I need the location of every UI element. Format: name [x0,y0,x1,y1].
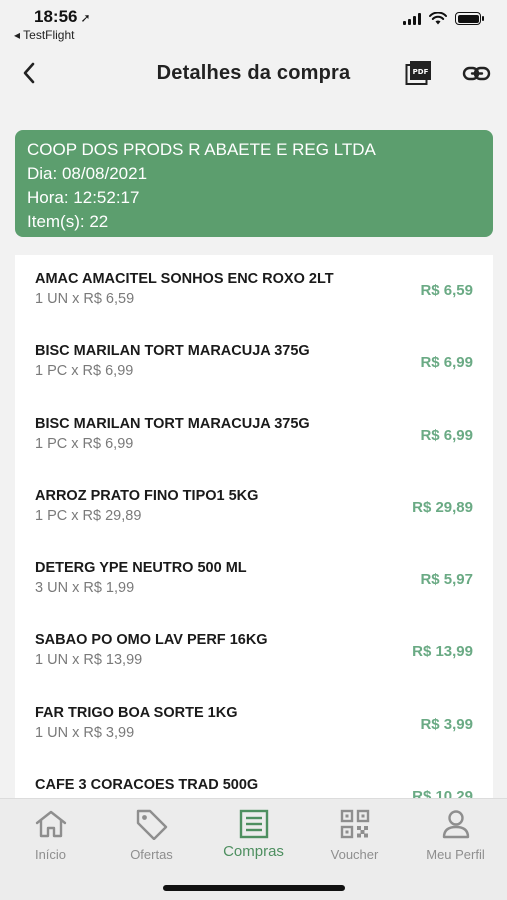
battery-icon [455,12,484,25]
tab-ofertas[interactable]: Ofertas [101,807,202,862]
tab-label: Início [34,847,67,862]
pdf-icon[interactable]: PDF [405,60,433,86]
status-bar: 18:56 ➚ ◂ TestFlight [0,0,507,48]
item-price: R$ 13,99 [412,643,473,661]
back-to-app-link[interactable]: ◂ TestFlight [14,28,75,42]
clock-text: 18:56 [34,7,78,26]
cellular-signal-icon [403,12,421,25]
tab-inicio[interactable]: Início [0,807,101,862]
item-quantity: 1 PC x R$ 6,99 [35,435,134,452]
link-icon[interactable] [462,62,492,86]
item-price: R$ 5,97 [420,571,473,589]
list-item: CAFE 3 CORACOES TRAD 500G R$ 10,29 [15,761,493,800]
tab-label: Compras [223,843,284,860]
item-name: BISC MARILAN TORT MARACUJA 375G [35,415,310,432]
item-quantity: 1 UN x R$ 3,99 [35,724,135,741]
item-name: BISC MARILAN TORT MARACUJA 375G [35,343,310,360]
list-item: BISC MARILAN TORT MARACUJA 375G 1 PC x R… [15,327,493,399]
item-name: DETERG YPE NEUTRO 500 ML [35,560,247,577]
item-quantity: 1 UN x R$ 6,59 [35,291,135,307]
item-quantity: 1 PC x R$ 29,89 [35,507,142,524]
purchase-time: Hora: 12:52:17 [27,188,140,207]
home-icon [0,807,101,841]
items-list[interactable]: AMAC AMACITEL SONHOS ENC ROXO 2LT 1 UN x… [15,255,493,800]
item-name: SABAO PO OMO LAV PERF 16KG [35,632,268,649]
list-item: DETERG YPE NEUTRO 500 ML 3 UN x R$ 1,99 … [15,544,493,616]
qr-code-icon [304,807,405,841]
tab-label: Ofertas [130,847,173,862]
tab-meu-perfil[interactable]: Meu Perfil [405,807,506,862]
list-item: SABAO PO OMO LAV PERF 16KG 1 UN x R$ 13,… [15,616,493,688]
item-price: R$ 6,99 [420,354,473,372]
item-name: FAR TRIGO BOA SORTE 1KG [35,704,238,721]
list-item: BISC MARILAN TORT MARACUJA 375G 1 PC x R… [15,400,493,472]
list-item: FAR TRIGO BOA SORTE 1KG 1 UN x R$ 3,99 R… [15,689,493,761]
status-time: 18:56 ➚ [34,7,91,27]
receipt-icon [203,807,304,841]
status-icons [403,12,484,25]
item-quantity: 1 PC x R$ 6,99 [35,363,134,380]
tab-label: Voucher [330,847,379,862]
location-icon: ➚ [80,11,91,25]
item-price: R$ 6,99 [420,426,473,444]
item-price: R$ 6,59 [420,282,473,299]
item-quantity: 1 UN x R$ 13,99 [35,652,143,669]
item-name: ARROZ PRATO FINO TIPO1 5KG [35,487,259,504]
tag-icon [101,807,202,841]
home-indicator[interactable] [163,885,345,891]
nav-bar: Detalhes da compra PDF [0,50,507,98]
item-count: Item(s): 22 [27,212,109,231]
item-price: R$ 3,99 [420,715,473,733]
list-item: AMAC AMACITEL SONHOS ENC ROXO 2LT 1 UN x… [15,255,493,327]
item-price: R$ 29,89 [412,498,473,516]
tab-label: Meu Perfil [426,847,485,862]
store-name: COOP DOS PRODS R ABAETE E REG LTDA [27,140,376,159]
item-quantity: 3 UN x R$ 1,99 [35,580,135,597]
list-item: ARROZ PRATO FINO TIPO1 5KG 1 PC x R$ 29,… [15,472,493,544]
pdf-icon-label: PDF [413,68,429,76]
wifi-icon [429,12,447,25]
tab-voucher[interactable]: Voucher [304,807,405,862]
store-summary-card: COOP DOS PRODS R ABAETE E REG LTDA Dia: … [15,130,493,237]
purchase-date: Dia: 08/08/2021 [27,164,148,183]
user-icon [405,807,506,841]
item-name: CAFE 3 CORACOES TRAD 500G [35,777,259,794]
item-name: AMAC AMACITEL SONHOS ENC ROXO 2LT [35,271,334,287]
tab-compras[interactable]: Compras [203,807,304,860]
